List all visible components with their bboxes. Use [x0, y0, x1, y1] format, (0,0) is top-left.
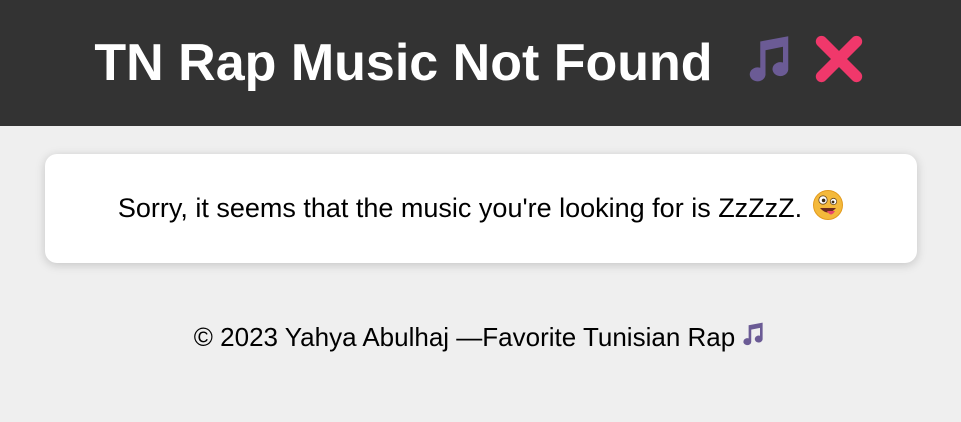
page-title: TN Rap Music Not Found	[94, 31, 866, 96]
not-found-message: Sorry, it seems that the music you're lo…	[118, 189, 844, 228]
title-icons	[741, 31, 867, 96]
footer-text: © 2023 Yahya Abulhaj —Favorite Tunisian …	[193, 322, 736, 352]
page-title-text: TN Rap Music Not Found	[94, 34, 713, 92]
page-header: TN Rap Music Not Found	[0, 0, 961, 126]
message-text: Sorry, it seems that the music you're lo…	[117, 193, 803, 223]
musical-note-icon	[741, 31, 797, 96]
not-found-card: Sorry, it seems that the music you're lo…	[45, 154, 917, 263]
page-footer: © 2023 Yahya Abulhaj —Favorite Tunisian …	[0, 320, 961, 355]
red-cross-icon	[811, 31, 867, 96]
zany-face-icon	[812, 189, 844, 228]
musical-note-icon	[739, 320, 767, 355]
